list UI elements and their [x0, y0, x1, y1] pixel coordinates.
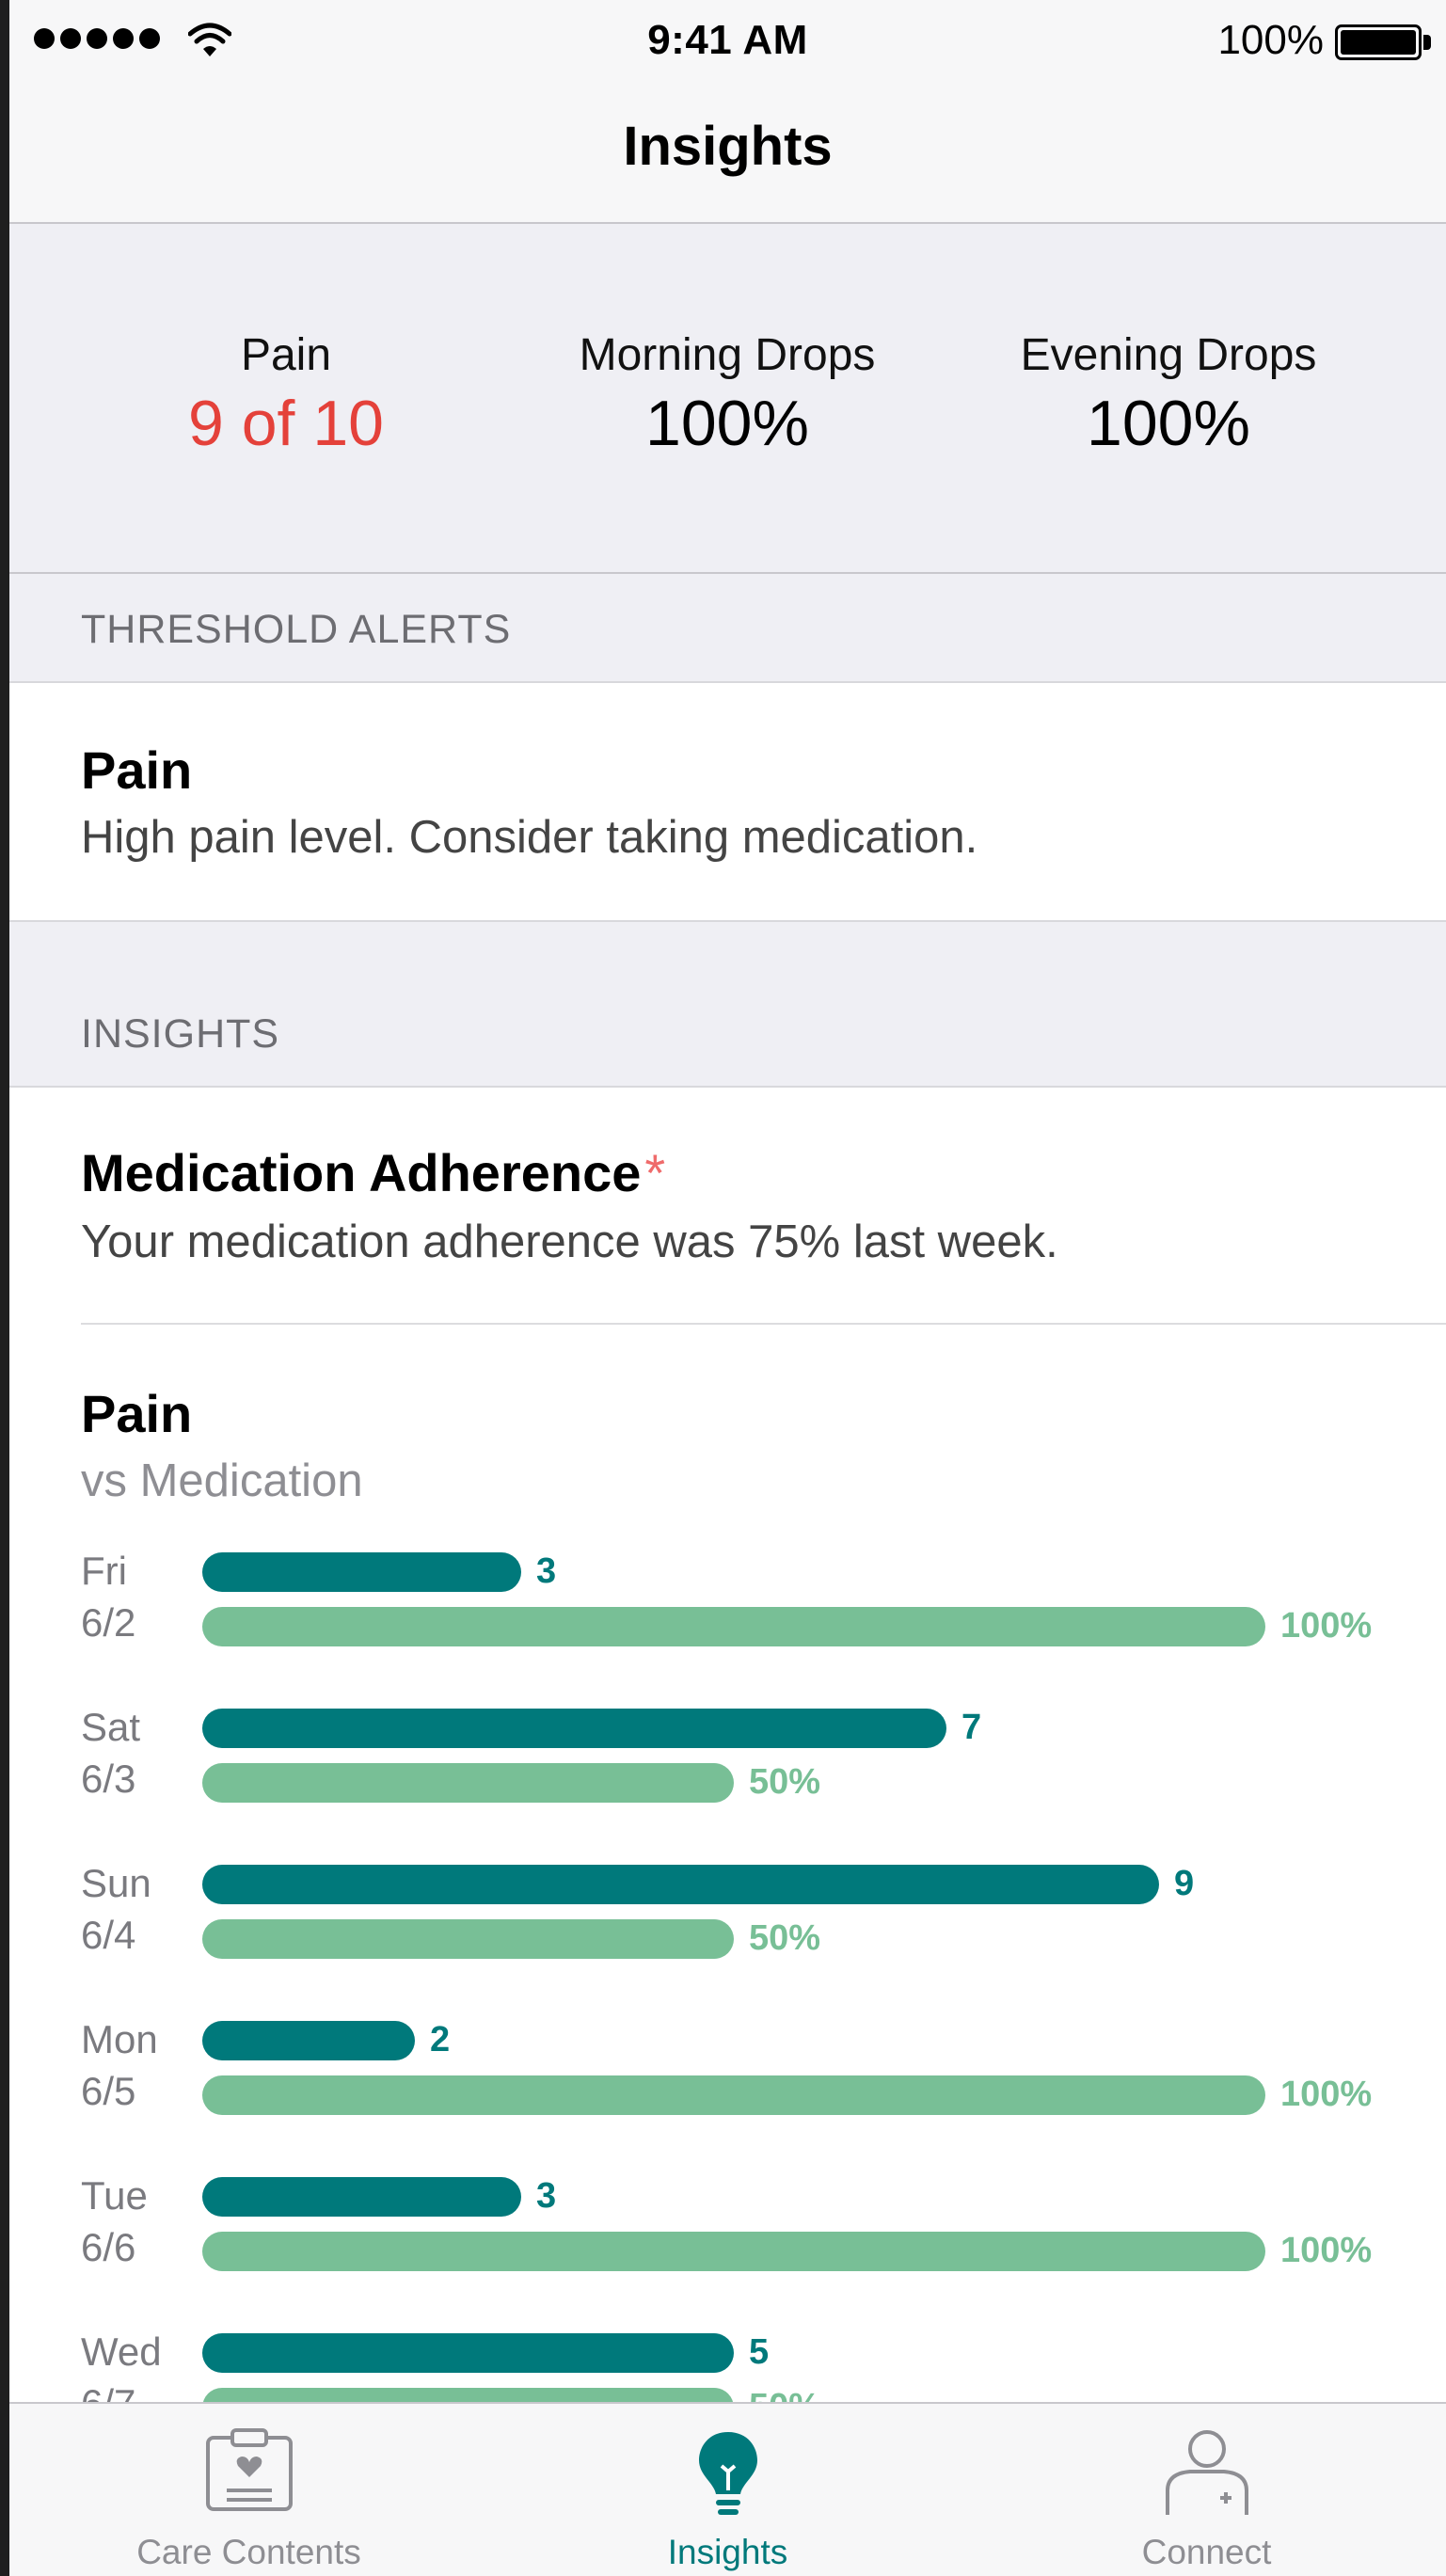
medication-bar-value: 50%	[749, 1762, 821, 1802]
pain-bar-value: 9	[1174, 1864, 1195, 1903]
pain-bar	[202, 2333, 734, 2373]
chart-day-name: Sun	[81, 1861, 151, 1905]
chart-day-name: Wed	[81, 2330, 162, 2374]
tab-bar: Care Contents Insights Connect	[9, 2402, 1446, 2576]
chart-day-label: Fri 6/2	[81, 1545, 135, 1648]
chart-day-label: Mon 6/5	[81, 2013, 158, 2117]
stat-evening-drops: Evening Drops 100%	[952, 329, 1385, 460]
medication-bar-value: 50%	[749, 1918, 821, 1958]
medication-bar-value: 100%	[1280, 2231, 1373, 2270]
chart-day-date: 6/3	[81, 1757, 136, 1801]
lightbulb-icon	[698, 2432, 757, 2515]
asterisk-icon: *	[644, 1143, 666, 1202]
chart-title: Pain	[81, 1384, 193, 1443]
pain-bar-value: 3	[536, 1551, 557, 1591]
medication-bar-value: 100%	[1280, 1606, 1373, 1646]
person-icon	[1165, 2430, 1248, 2515]
navigation-bar: Insights	[9, 85, 1446, 224]
battery-icon	[1335, 24, 1422, 60]
section-header-label: THRESHOLD ALERTS	[81, 607, 512, 652]
medication-bar	[202, 1763, 734, 1803]
chart-day-label: Tue 6/6	[81, 2170, 148, 2273]
pain-bar	[202, 2021, 415, 2060]
pain-bar-value: 2	[430, 2020, 451, 2059]
stat-label: Morning Drops	[579, 330, 876, 380]
pain-bar-value: 3	[536, 2176, 557, 2216]
medication-bar	[202, 2075, 1265, 2115]
stat-pain: Pain 9 of 10	[70, 329, 502, 460]
chart-day-date: 6/2	[81, 1600, 136, 1645]
medication-bar	[202, 1919, 734, 1959]
page-title: Insights	[623, 116, 833, 177]
summary-header: Pain 9 of 10 Morning Drops 100% Evening …	[9, 224, 1446, 574]
chart-day-date: 6/5	[81, 2069, 136, 2113]
stat-value: 100%	[645, 388, 809, 459]
pain-bar-value: 5	[749, 2332, 770, 2372]
medication-bar	[202, 2232, 1265, 2271]
chart-day-name: Sat	[81, 1705, 141, 1749]
care-card-icon	[205, 2428, 293, 2511]
tab-connect[interactable]: Connect	[967, 2404, 1446, 2576]
pain-bar	[202, 2177, 521, 2217]
section-header-threshold-alerts: THRESHOLD ALERTS	[9, 574, 1446, 683]
tab-label: Care Contents	[136, 2533, 361, 2571]
battery-percentage: 100%	[1217, 17, 1324, 63]
adherence-title-text: Medication Adherence	[81, 1143, 642, 1202]
section-header-insights: INSIGHTS	[9, 922, 1446, 1088]
chart-day-name: Fri	[81, 1549, 127, 1593]
pain-bar	[202, 1552, 521, 1592]
tab-insights[interactable]: Insights	[488, 2404, 967, 2576]
stat-label: Pain	[240, 330, 332, 380]
pain-bar-value: 7	[961, 1708, 982, 1747]
tab-label: Insights	[667, 2533, 788, 2571]
medication-bar	[202, 1607, 1265, 1646]
chart-day-name: Tue	[81, 2173, 148, 2218]
battery-tip	[1423, 35, 1431, 50]
adherence-text: Your medication adherence was 75% last w…	[81, 1216, 1058, 1267]
alert-title: Pain	[81, 740, 193, 800]
status-bar: 9:41 AM 100%	[9, 0, 1446, 85]
divider	[81, 1323, 1446, 1325]
chart-day-name: Mon	[81, 2017, 158, 2061]
threshold-alert-card[interactable]: Pain High pain level. Consider taking me…	[9, 683, 1446, 922]
chart-day-date: 6/6	[81, 2225, 136, 2269]
pain-bar	[202, 1865, 1159, 1904]
app-screen: 9:41 AM 100% Insights Pain 9 of 10 Morni…	[9, 0, 1446, 2576]
adherence-title: Medication Adherence*	[81, 1142, 665, 1203]
chart-subtitle: vs Medication	[81, 1455, 363, 1506]
tab-care-contents[interactable]: Care Contents	[9, 2404, 488, 2576]
chart-day-label: Sun 6/4	[81, 1857, 151, 1961]
tab-label: Connect	[1141, 2533, 1272, 2571]
chart-day-date: 6/4	[81, 1913, 136, 1957]
medication-bar-value: 100%	[1280, 2075, 1373, 2114]
stat-label: Evening Drops	[1020, 330, 1317, 380]
stat-value: 100%	[1087, 388, 1250, 459]
pain-bar	[202, 1709, 946, 1748]
alert-text: High pain level. Consider taking medicat…	[81, 812, 978, 863]
stat-value: 9 of 10	[188, 388, 384, 459]
section-header-label: INSIGHTS	[81, 1011, 280, 1057]
stat-morning-drops: Morning Drops 100%	[511, 329, 944, 460]
chart-day-label: Sat 6/3	[81, 1701, 140, 1805]
